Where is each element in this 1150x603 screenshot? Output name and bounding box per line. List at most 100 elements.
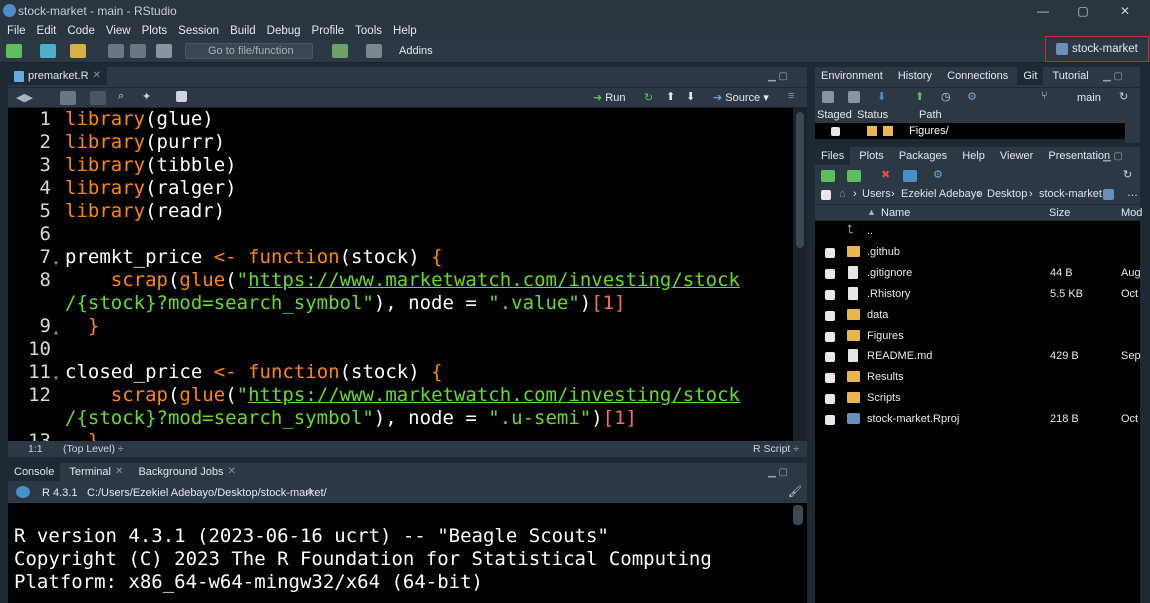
tab-viewer[interactable]: Viewer [994,147,1039,165]
code-editor[interactable]: 1 library(glue) 2 library(purrr) 3 library(ti… [8,108,807,441]
col-path[interactable]: Path [919,109,942,121]
gear-icon[interactable]: ⚙ [933,168,943,181]
pane-minimize-icon[interactable]: ▁ ▢ [768,467,788,478]
tab-files[interactable]: Files [815,147,851,165]
tab-premarket[interactable]: premarket.R ✕ [8,67,107,85]
down-arrow-icon[interactable]: ⬇ [686,90,695,103]
refresh-icon[interactable]: ↻ [1119,90,1128,103]
search-icon[interactable]: ⌕ [118,90,124,103]
source-button[interactable]: ➔ Source ▾ [713,91,769,104]
file-checkbox[interactable] [825,310,835,321]
close-tab-icon[interactable]: ✕ [115,463,123,481]
col-modified[interactable]: Mod [1121,207,1142,219]
clear-console-icon[interactable]: 🖌 [788,485,802,498]
file-checkbox[interactable] [825,247,835,258]
tab-plots[interactable]: Plots [853,147,889,165]
run-button[interactable]: ➜ Run [593,91,625,104]
rename-icon[interactable] [903,170,917,182]
new-folder-icon[interactable] [821,170,835,182]
menu-code[interactable]: Code [67,25,95,37]
col-status[interactable]: Status [857,109,888,121]
refresh-icon[interactable]: ↻ [1123,168,1132,181]
col-name[interactable]: Name [881,207,910,219]
file-name[interactable]: stock-market.Rproj [867,413,959,425]
tab-packages[interactable]: Packages [893,147,953,165]
menu-build[interactable]: Build [230,25,256,37]
col-size[interactable]: Size [1049,207,1070,219]
show-in-window-icon[interactable] [60,91,76,105]
new-file-icon[interactable] [847,170,861,182]
close-tab-icon[interactable]: ✕ [93,67,101,85]
file-row[interactable]: data [815,305,1140,326]
file-row[interactable]: ⮤.. [815,221,1140,242]
pull-icon[interactable]: ⬇ [877,90,886,103]
file-row[interactable]: .gitignore 44 B Aug [815,263,1141,284]
file-name[interactable]: Results [867,371,904,383]
pane-minimize-icon[interactable]: ▁ ▢ [768,71,788,82]
menu-plots[interactable]: Plots [142,25,168,37]
menu-session[interactable]: Session [178,25,219,37]
git-file-row[interactable]: Figures/ [815,123,1125,139]
breadcrumb-users[interactable]: Users [862,188,891,200]
file-checkbox[interactable] [825,289,835,300]
file-name[interactable]: .github [867,246,900,258]
home-icon[interactable]: ⌂ [839,188,846,200]
menu-debug[interactable]: Debug [267,25,301,37]
select-all-checkbox[interactable] [821,190,831,200]
gear-icon[interactable]: ⚙ [967,90,977,103]
commit-icon[interactable] [848,91,860,103]
file-row[interactable]: Scripts [815,388,1140,409]
tab-console[interactable]: Console [8,463,61,481]
open-file-icon[interactable] [70,44,86,58]
branch-icon[interactable]: ⑂ [1041,90,1048,102]
goto-file-input[interactable]: Go to file/function [185,43,313,59]
staged-checkbox[interactable] [831,127,840,136]
fold-toggle-icon[interactable]: ▴ [53,321,59,344]
menu-help[interactable]: Help [393,25,417,37]
save-all-icon[interactable] [130,44,146,58]
go-to-directory-icon[interactable]: ↗ [304,486,313,499]
compile-report-icon[interactable] [176,91,187,102]
tab-terminal[interactable]: Terminal ✕ [63,463,129,481]
console-scrollbar-thumb[interactable] [793,505,803,525]
menu-file[interactable]: File [7,25,26,37]
file-row[interactable]: .github [815,242,1140,263]
diff-icon[interactable] [822,91,834,103]
scrollbar-thumb[interactable] [796,112,804,248]
project-icon[interactable] [1103,189,1114,200]
project-menu[interactable]: stock-market ▾ [1045,36,1149,78]
tab-git[interactable]: Git [1017,67,1044,85]
more-icon[interactable]: … [1127,187,1138,199]
close-button[interactable]: ✕ [1105,2,1145,20]
file-checkbox[interactable] [825,415,835,426]
file-name[interactable]: Scripts [867,392,901,404]
vcs-icon[interactable] [332,44,348,58]
addins-menu[interactable]: Addins [399,45,433,57]
file-row[interactable]: Results [815,367,1140,388]
pane-minimize-icon[interactable]: ▁ ▢ [1103,151,1123,162]
file-name[interactable]: .. [867,225,873,237]
breadcrumb-desktop[interactable]: Desktop [987,188,1027,200]
print-icon[interactable] [156,44,172,58]
minimize-button[interactable]: — [1023,2,1063,20]
push-icon[interactable]: ⬆ [915,90,924,103]
breadcrumb-user[interactable]: Ezekiel Adebayo [901,188,982,200]
git-scrollbar[interactable] [1125,108,1140,143]
file-checkbox[interactable] [825,268,835,279]
pane-minimize-icon[interactable]: ▁ ▢ [1103,71,1123,82]
fold-toggle-icon[interactable]: ▾ [53,367,59,390]
tab-history[interactable]: History [892,67,938,85]
magic-wand-icon[interactable]: ✦ [142,90,151,103]
fold-toggle-icon[interactable]: ▾ [53,252,59,275]
file-name[interactable]: .Rhistory [867,288,910,300]
file-row[interactable]: stock-market.Rproj 218 B Oct [815,409,1140,430]
menu-tools[interactable]: Tools [355,25,382,37]
maximize-button[interactable]: ▢ [1063,2,1103,20]
back-forward-icon[interactable]: ◀▶ [16,91,33,104]
tab-background-jobs[interactable]: Background Jobs ✕ [132,463,241,481]
history-icon[interactable]: ◷ [941,90,951,103]
menu-edit[interactable]: Edit [37,25,57,37]
col-staged[interactable]: Staged [817,109,852,121]
language-selector[interactable]: R Script ÷ [753,443,799,455]
rerun-icon[interactable]: ↻ [644,91,653,104]
